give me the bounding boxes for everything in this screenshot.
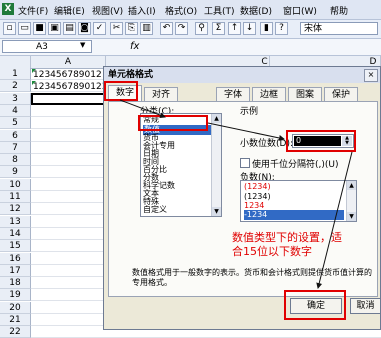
sort-desc-icon[interactable]: ↓ (243, 22, 256, 35)
menu-format[interactable]: 格式(O) (165, 4, 197, 17)
negative-item-selected[interactable]: -1234 (244, 210, 344, 220)
menu-help[interactable]: 帮助 (330, 4, 348, 17)
tab-pattern[interactable]: 图案 (288, 87, 322, 101)
row-header[interactable]: 1 (0, 68, 31, 80)
tab-protection[interactable]: 保护 (324, 87, 358, 101)
negative-item[interactable]: (1234) (244, 182, 271, 192)
row-header[interactable]: 9 (0, 166, 31, 179)
menu-window[interactable]: 窗口(W) (283, 4, 317, 17)
row-header[interactable]: 18 (0, 277, 31, 290)
thousands-separator-label: 使用千位分隔符(,)(U) (252, 160, 339, 170)
menu-bar: X 文件(F) 编辑(E) 视图(V) 插入(I) 格式(O) 工具(T) 数据… (0, 0, 381, 20)
cut-icon[interactable]: ✂ (110, 22, 123, 35)
thousands-separator-checkbox[interactable] (240, 158, 250, 168)
scroll-down-icon[interactable]: ▼ (347, 212, 356, 221)
red-annotation-text: 数值类型下的设置，适合15位以下数字 (232, 231, 342, 258)
row-header[interactable]: 13 (0, 215, 31, 228)
tab-alignment[interactable]: 对齐 (144, 87, 178, 101)
preview-icon[interactable]: ◙ (78, 22, 91, 35)
row-header[interactable]: 17 (0, 264, 31, 277)
name-box[interactable]: A3 (2, 40, 92, 53)
highlight-box-ok (284, 290, 346, 320)
row-header[interactable]: 11 (0, 191, 31, 203)
highlight-box-category (138, 115, 208, 131)
category-scrollbar[interactable]: ▲ ▼ (211, 114, 221, 216)
formula-bar: A3 ▼ fx (0, 39, 381, 56)
row-header[interactable]: 22 (0, 326, 31, 338)
save-icon[interactable]: ■ (33, 22, 46, 35)
redo-icon[interactable]: ↷ (175, 22, 188, 35)
error-indicator-icon (32, 81, 36, 85)
highlight-box-tab (104, 81, 138, 101)
copy-icon[interactable]: ⎘ (125, 22, 138, 35)
row-header[interactable]: 2 (0, 80, 31, 93)
help-icon[interactable]: ? (275, 22, 288, 35)
format-description: 数值格式用于一般数字的表示。货币和会计格式则提供货币值计算的专用格式。 (132, 268, 372, 287)
permission-icon[interactable]: ▣ (48, 22, 61, 35)
menu-edit[interactable]: 编辑(E) (54, 4, 85, 17)
menu-insert[interactable]: 插入(I) (128, 4, 156, 17)
row-header[interactable]: 12 (0, 203, 31, 216)
scroll-up-icon[interactable]: ▲ (347, 181, 356, 190)
menu-view[interactable]: 视图(V) (92, 4, 123, 17)
row-header[interactable]: 16 (0, 252, 31, 265)
tab-font[interactable]: 字体 (216, 87, 250, 101)
scroll-up-icon[interactable]: ▲ (212, 114, 221, 123)
row-header[interactable]: 20 (0, 301, 31, 314)
chart-icon[interactable]: ▮ (260, 22, 273, 35)
tab-border[interactable]: 边框 (252, 87, 286, 101)
menu-tools[interactable]: 工具(T) (204, 4, 235, 17)
highlight-box-decimal (286, 130, 356, 152)
negative-numbers-listbox[interactable]: (1234) (1234) 1234 -1234 ▲ ▼ (240, 180, 357, 222)
negative-scrollbar[interactable]: ▲ ▼ (346, 181, 356, 221)
row-header[interactable]: 5 (0, 117, 31, 130)
category-item[interactable]: 自定义 (143, 205, 167, 215)
menu-data[interactable]: 数据(D) (240, 4, 272, 17)
paste-icon[interactable]: ▥ (140, 22, 153, 35)
autosum-icon[interactable]: Σ (212, 22, 225, 35)
new-icon[interactable]: ▫ (3, 22, 16, 35)
menu-file[interactable]: 文件(F) (18, 4, 48, 17)
row-header[interactable]: 10 (0, 178, 31, 191)
scroll-down-icon[interactable]: ▼ (212, 207, 221, 216)
font-name-select[interactable]: 宋体 (300, 22, 378, 35)
cell-a1[interactable]: 123456789012 (33, 70, 102, 80)
row-header[interactable]: 8 (0, 154, 31, 167)
row-header[interactable]: 21 (0, 314, 31, 326)
select-all-corner[interactable] (0, 56, 31, 68)
spelling-icon[interactable]: ✓ (93, 22, 106, 35)
standard-toolbar: ▫ ▭ ■ ▣ ▤ ◙ ✓ ✂ ⎘ ▥ ↶ ↷ ⚲ Σ ↑ ↓ ▮ ? 宋体 (0, 20, 381, 39)
sort-asc-icon[interactable]: ↑ (228, 22, 241, 35)
row-header[interactable]: 15 (0, 240, 31, 253)
active-cell-a3[interactable] (31, 93, 106, 105)
column-header-a[interactable]: A (31, 56, 106, 68)
chevron-down-icon[interactable]: ▼ (80, 41, 85, 49)
hyperlink-icon[interactable]: ⚲ (195, 22, 208, 35)
error-indicator-icon (32, 69, 36, 73)
row-header[interactable]: 19 (0, 289, 31, 302)
row-header[interactable]: 6 (0, 129, 31, 142)
cancel-button[interactable]: 取消 (350, 298, 381, 314)
open-icon[interactable]: ▭ (18, 22, 31, 35)
undo-icon[interactable]: ↶ (160, 22, 173, 35)
row-header[interactable]: 3 (0, 92, 31, 105)
function-icon[interactable]: fx (130, 41, 139, 52)
print-icon[interactable]: ▤ (63, 22, 76, 35)
row-header[interactable]: 14 (0, 227, 31, 240)
close-icon[interactable]: × (364, 69, 378, 82)
row-header[interactable]: 4 (0, 104, 31, 117)
excel-icon: X (2, 3, 14, 15)
sample-label: 示例 (240, 107, 259, 117)
row-header[interactable]: 7 (0, 141, 31, 154)
dialog-title: 单元格格式 (104, 67, 380, 83)
